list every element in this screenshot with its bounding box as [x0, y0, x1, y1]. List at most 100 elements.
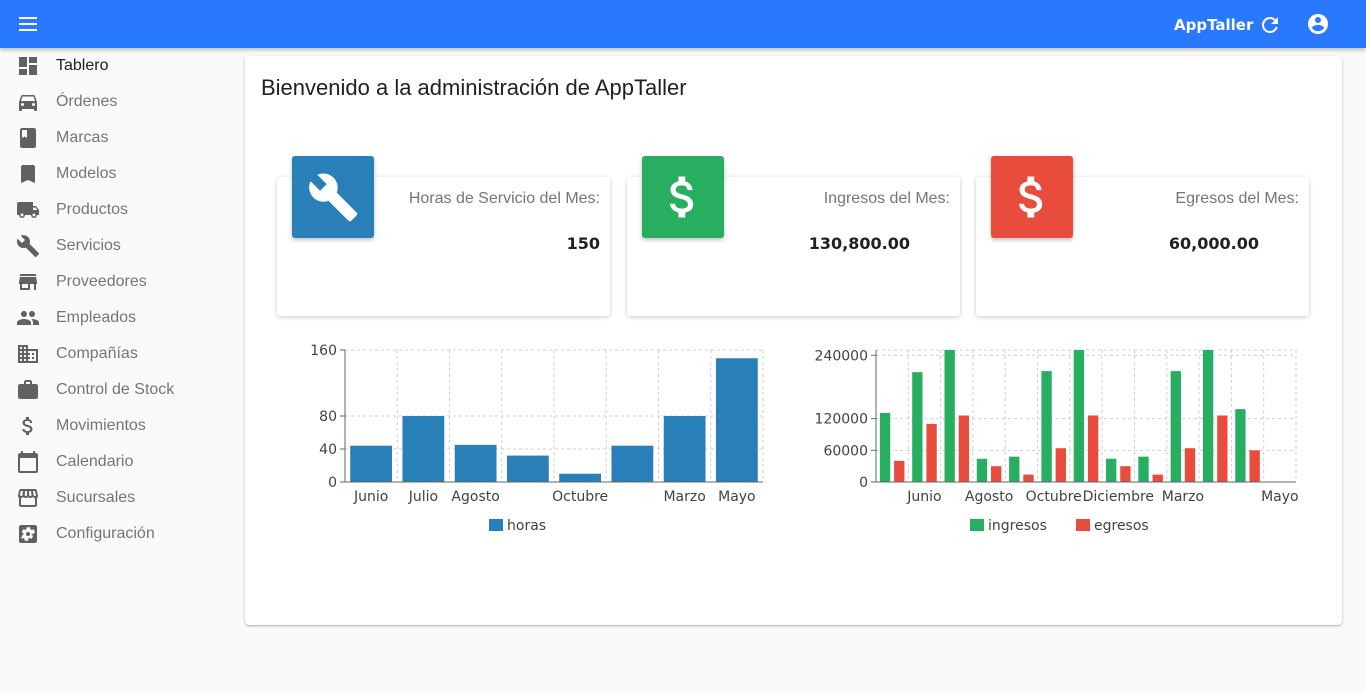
bar-egresos [1055, 448, 1066, 482]
bar-egresos [1023, 474, 1034, 482]
book-icon [16, 126, 40, 150]
sidebar-item-calendario[interactable]: Calendario [0, 444, 230, 480]
sidebar-item-movimientos[interactable]: Movimientos [0, 408, 230, 444]
bar-egresos [958, 415, 970, 482]
account-circle-icon[interactable] [1306, 12, 1330, 36]
bar-ingresos [976, 458, 988, 482]
sidebar-item-modelos[interactable]: Modelos [0, 156, 230, 192]
bar-ingresos [1073, 350, 1085, 482]
briefcase-icon [16, 378, 40, 402]
legend-swatch [489, 519, 503, 531]
stat-card-egresos: Egresos del Mes: 60,000.00 [976, 156, 1309, 316]
sidebar-item-label: Modelos [56, 165, 117, 182]
bar-ingresos [1106, 458, 1117, 482]
stat-label: Egresos del Mes: [1175, 190, 1299, 207]
sidebar-item-label: Proveedores [56, 273, 147, 290]
income-expense-bar-chart: 0 60000 120000 240000 Junio Agosto Octubre Dici… [815, 348, 1299, 534]
sidebar-item-productos[interactable]: Productos [0, 192, 230, 228]
sidebar-item-label: Servicios [56, 237, 121, 254]
bar-ingresos [944, 350, 955, 482]
sidebar-item-label: Calendario [56, 453, 134, 470]
bar-egresos [926, 423, 937, 482]
legend-swatch [1076, 519, 1090, 531]
sidebar-item-control-de-stock[interactable]: Control de Stock [0, 372, 230, 408]
sidebar-item-label: Control de Stock [56, 381, 175, 398]
top-app-bar: AppTaller [0, 0, 1366, 48]
refresh-icon[interactable] [1258, 13, 1282, 37]
bar-egresos [1152, 474, 1163, 482]
y-tick-label: 240000 [815, 348, 868, 364]
storefront-icon [16, 486, 40, 510]
people-icon [16, 306, 40, 330]
sidebar-item-label: Órdenes [56, 93, 118, 110]
y-tick-label: 60000 [823, 443, 868, 459]
bar-horas [663, 416, 706, 482]
wrench-icon [16, 234, 40, 258]
stat-label: Ingresos del Mes: [823, 190, 950, 207]
bar-horas [506, 455, 549, 482]
legend-label: horas [507, 518, 546, 534]
stat-card-ingresos: Ingresos del Mes: 130,800.00 [627, 156, 960, 316]
y-tick-label: 0 [859, 475, 868, 491]
x-tick-label: Junio [353, 489, 388, 505]
sidebar-item-label: Empleados [56, 309, 137, 326]
hours-bar-chart: 0 40 80 160 Junio Julio Agosto Octubre Marzo Mayo… [310, 343, 764, 534]
sidebar-item-label: Productos [56, 201, 129, 218]
x-tick-label: Agosto [451, 489, 499, 505]
y-tick-label: 0 [328, 475, 337, 491]
dollar-icon [16, 414, 40, 438]
dashboard-icon [16, 54, 40, 78]
sidebar-item-empleados[interactable]: Empleados [0, 300, 230, 336]
bar-ingresos [879, 412, 891, 482]
settings-icon [16, 522, 40, 546]
x-tick-label: Agosto [965, 489, 1013, 505]
calendar-icon [16, 450, 40, 474]
bar-ingresos [1138, 456, 1149, 482]
bar-ingresos [1041, 371, 1052, 482]
bar-ingresos [1235, 409, 1246, 482]
x-tick-label: Marzo [663, 489, 705, 505]
bar-egresos [991, 466, 1002, 482]
y-tick-label: 80 [319, 409, 337, 425]
sidebar-item-servicios[interactable]: Servicios [0, 228, 230, 264]
legend-swatch [970, 519, 984, 531]
bar-horas [350, 445, 393, 482]
bar-egresos [894, 460, 905, 482]
sidebar-item-companias[interactable]: Compañías [0, 336, 230, 372]
sidebar-item-label: Movimientos [56, 417, 146, 434]
x-tick-label: Diciembre [1083, 489, 1154, 505]
sidebar-item-proveedores[interactable]: Proveedores [0, 264, 230, 300]
sidebar-item-label: Tablero [56, 57, 109, 74]
stat-value: 60,000.00 [1168, 234, 1259, 253]
store-icon [16, 270, 40, 294]
bar-horas [611, 445, 654, 482]
stat-value: 150 [566, 234, 600, 253]
sidebar-item-sucursales[interactable]: Sucursales [0, 480, 230, 516]
bar-egresos [1217, 415, 1228, 482]
bar-ingresos [1202, 350, 1214, 482]
sidebar-item-label: Compañías [56, 345, 138, 362]
sidebar-item-ordenes[interactable]: Órdenes [0, 84, 230, 120]
bar-horas [559, 473, 602, 482]
sidebar-item-marcas[interactable]: Marcas [0, 120, 230, 156]
stat-label: Horas de Servicio del Mes: [408, 190, 600, 207]
x-tick-label: Marzo [1162, 489, 1204, 505]
bar-egresos [1087, 415, 1099, 482]
bar-egresos [1184, 448, 1196, 482]
y-tick-label: 40 [319, 442, 337, 458]
menu-icon[interactable] [17, 13, 41, 35]
dollar-icon [991, 156, 1073, 238]
legend-label: ingresos [988, 518, 1047, 534]
bar-horas [454, 444, 497, 482]
x-tick-label: Julio [408, 489, 438, 505]
stat-value: 130,800.00 [808, 234, 910, 253]
bar-ingresos [1170, 371, 1181, 482]
bar-egresos [1120, 466, 1131, 482]
sidebar-item-configuracion[interactable]: Configuración [0, 516, 230, 552]
bar-egresos [1249, 450, 1260, 482]
dollar-icon [642, 156, 724, 238]
page-title: Bienvenido a la administración de AppTal… [261, 75, 687, 100]
sidebar-item-tablero[interactable]: Tablero [0, 48, 230, 84]
bar-ingresos [1009, 456, 1020, 482]
app-title: AppTaller [1174, 16, 1254, 34]
